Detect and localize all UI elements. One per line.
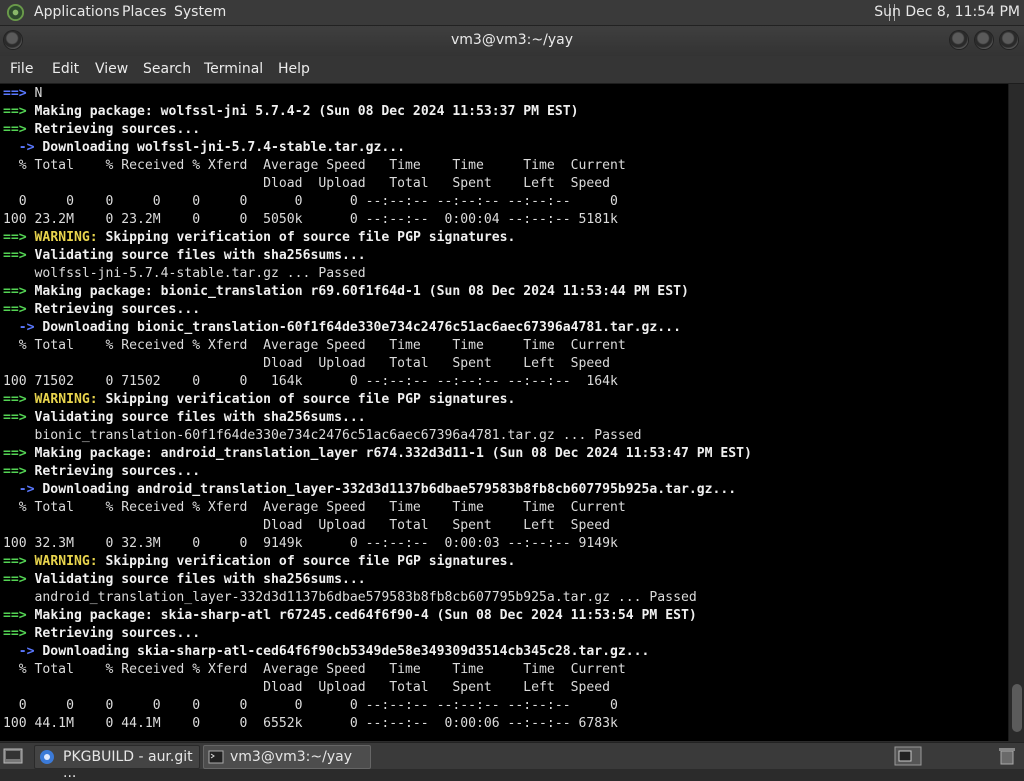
terminal-line: Dload Upload Total Spent Left Speed	[3, 176, 610, 191]
terminal-line: Dload Upload Total Spent Left Speed	[3, 356, 610, 371]
terminal-line: ==> WARNING: Skipping verification of so…	[3, 230, 516, 245]
terminal-line: bionic_translation-60f1f64de330e734c2476…	[3, 428, 642, 443]
top-panel: Applications Places System Sun Dec 8, 11…	[0, 0, 1024, 26]
minimize-button[interactable]	[950, 31, 968, 49]
taskbar-item-pkgbuild[interactable]: PKGBUILD - aur.git ...	[34, 745, 200, 781]
terminal-line: ==> Validating source files with sha256s…	[3, 410, 366, 425]
terminal-line: 100 23.2M 0 23.2M 0 0 5050k 0 --:--:-- 0…	[3, 212, 618, 227]
show-desktop-icon[interactable]	[3, 746, 23, 766]
terminal-line: ==> WARNING: Skipping verification of so…	[3, 392, 516, 407]
terminal-line: -> Downloading skia-sharp-atl-ced64f6f90…	[3, 644, 650, 659]
window-title: vm3@vm3:~/yay	[451, 32, 573, 48]
terminal-line: -> Downloading android_translation_layer…	[3, 482, 737, 497]
close-button[interactable]	[1000, 31, 1018, 49]
terminal-lines: ==> N ==> Making package: wolfssl-jni 5.7…	[3, 85, 752, 733]
taskbar-item-label: PKGBUILD - aur.git ...	[63, 749, 193, 781]
terminal-line: wolfssl-jni-5.7.4-stable.tar.gz ... Pass…	[3, 266, 366, 281]
terminal-line: -> Downloading wolfssl-jni-5.7.4-stable.…	[3, 140, 406, 155]
terminal-line: ==> Validating source files with sha256s…	[3, 572, 366, 587]
terminal-line: % Total % Received % Xferd Average Speed…	[3, 500, 626, 515]
terminal-line: ==> Making package: skia-sharp-atl r6724…	[3, 608, 697, 623]
terminal-line: % Total % Received % Xferd Average Speed…	[3, 338, 626, 353]
terminal-line: ==> N	[3, 86, 43, 101]
terminal-line: ==> WARNING: Skipping verification of so…	[3, 554, 516, 569]
terminal-line: ==> Retrieving sources...	[3, 464, 201, 479]
places-menu[interactable]: Places	[122, 4, 167, 20]
terminal-line: 0 0 0 0 0 0 0 0 --:--:-- --:--:-- --:--:…	[3, 194, 618, 209]
clock[interactable]: Sun Dec 8, 11:54 PM	[874, 4, 1020, 20]
taskbar-item-label: vm3@vm3:~/yay	[230, 749, 352, 765]
terminal-line: Dload Upload Total Spent Left Speed	[3, 518, 610, 533]
menu-terminal[interactable]: Terminal	[204, 61, 263, 77]
window-titlebar[interactable]: vm3@vm3:~/yay	[0, 26, 1024, 56]
terminal-line: android_translation_layer-332d3d1137b6db…	[3, 590, 697, 605]
terminal-menubar: File Edit View Search Terminal Help	[0, 56, 1024, 84]
menu-search[interactable]: Search	[143, 61, 191, 77]
system-menu[interactable]: System	[174, 4, 226, 20]
terminal-icon	[208, 750, 224, 764]
terminal-line: ==> Retrieving sources...	[3, 122, 201, 137]
bottom-taskbar: PKGBUILD - aur.git ... vm3@vm3:~/yay	[0, 742, 1024, 781]
terminal-line: 100 32.3M 0 32.3M 0 0 9149k 0 --:--:-- 0…	[3, 536, 618, 551]
browser-icon	[40, 750, 54, 764]
terminal-line: ==> Making package: bionic_translation r…	[3, 284, 689, 299]
menu-file[interactable]: File	[10, 61, 33, 77]
maximize-button[interactable]	[975, 31, 993, 49]
workspace-switcher-icon[interactable]	[894, 746, 922, 766]
terminal-line: % Total % Received % Xferd Average Speed…	[3, 158, 626, 173]
terminal-output[interactable]: ==> N ==> Making package: wolfssl-jni 5.7…	[0, 84, 1008, 741]
taskbar-item-terminal[interactable]: vm3@vm3:~/yay	[203, 745, 371, 769]
trash-icon[interactable]	[996, 746, 1018, 766]
terminal-scrollbar[interactable]	[1008, 84, 1024, 741]
terminal-line: ==> Retrieving sources...	[3, 302, 201, 317]
terminal-line: 100 44.1M 0 44.1M 0 0 6552k 0 --:--:-- 0…	[3, 716, 618, 731]
menu-view[interactable]: View	[95, 61, 128, 77]
terminal-line: -> Downloading bionic_translation-60f1f6…	[3, 320, 681, 335]
applications-menu[interactable]: Applications	[34, 4, 120, 20]
terminal-line: ==> Making package: android_translation_…	[3, 446, 752, 461]
applications-menu-icon[interactable]	[6, 3, 25, 22]
terminal-line: 0 0 0 0 0 0 0 0 --:--:-- --:--:-- --:--:…	[3, 698, 618, 713]
menu-edit[interactable]: Edit	[52, 61, 79, 77]
terminal-line: Dload Upload Total Spent Left Speed	[3, 680, 610, 695]
terminal-line: ==> Validating source files with sha256s…	[3, 248, 366, 263]
terminal-line: % Total % Received % Xferd Average Speed…	[3, 662, 626, 677]
terminal-line: 100 71502 0 71502 0 0 164k 0 --:--:-- --…	[3, 374, 618, 389]
menu-help[interactable]: Help	[278, 61, 310, 77]
scrollbar-thumb[interactable]	[1012, 684, 1022, 732]
terminal-line: ==> Making package: wolfssl-jni 5.7.4-2 …	[3, 104, 579, 119]
terminal-line: ==> Retrieving sources...	[3, 626, 201, 641]
